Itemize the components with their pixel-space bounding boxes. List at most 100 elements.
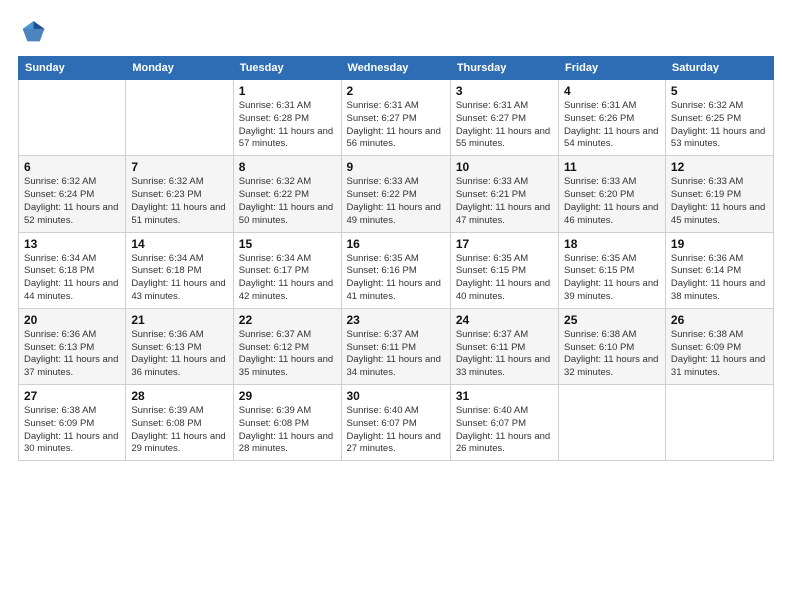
calendar-cell: 31 Sunrise: 6:40 AM Sunset: 6:07 PM Dayli…: [450, 385, 558, 461]
col-header-friday: Friday: [559, 57, 666, 80]
calendar-cell: [126, 80, 233, 156]
calendar-cell: 13Sunrise: 6:34 AM Sunset: 6:18 PM Dayli…: [19, 232, 126, 308]
day-number: 15: [239, 237, 336, 251]
calendar-cell: 18 Sunrise: 6:35 AM Sunset: 6:15 PM Dayli…: [559, 232, 666, 308]
day-number: 26: [671, 313, 768, 327]
day-info: Sunrise: 6:35 AM Sunset: 6:15 PM Dayligh…: [456, 253, 553, 304]
calendar-cell: 21 Sunrise: 6:36 AM Sunset: 6:13 PM Dayli…: [126, 308, 233, 384]
calendar-cell: 16 Sunrise: 6:35 AM Sunset: 6:16 PM Dayli…: [341, 232, 450, 308]
day-number: 24: [456, 313, 553, 327]
day-info: Sunrise: 6:33 AM Sunset: 6:22 PM Dayligh…: [347, 176, 445, 227]
day-info: Sunrise: 6:39 AM Sunset: 6:08 PM Dayligh…: [239, 405, 336, 456]
day-number: 18: [564, 237, 660, 251]
col-header-thursday: Thursday: [450, 57, 558, 80]
calendar-week-1: 1 Sunrise: 6:31 AM Sunset: 6:28 PM Daylig…: [19, 80, 774, 156]
calendar-cell: 10 Sunrise: 6:33 AM Sunset: 6:21 PM Dayli…: [450, 156, 558, 232]
calendar-cell: 24Sunrise: 6:37 AM Sunset: 6:11 PM Dayli…: [450, 308, 558, 384]
calendar-cell: 9 Sunrise: 6:33 AM Sunset: 6:22 PM Daylig…: [341, 156, 450, 232]
day-info: Sunrise: 6:34 AM Sunset: 6:18 PM Dayligh…: [24, 253, 120, 304]
day-info: Sunrise: 6:40 AM Sunset: 6:07 PM Dayligh…: [347, 405, 445, 456]
day-info: Sunrise: 6:33 AM Sunset: 6:20 PM Dayligh…: [564, 176, 660, 227]
day-number: 16: [347, 237, 445, 251]
day-number: 20: [24, 313, 120, 327]
day-info: Sunrise: 6:34 AM Sunset: 6:17 PM Dayligh…: [239, 253, 336, 304]
day-number: 5: [671, 84, 768, 98]
day-number: 30: [347, 389, 445, 403]
day-info: Sunrise: 6:36 AM Sunset: 6:13 PM Dayligh…: [131, 329, 227, 380]
day-info: Sunrise: 6:40 AM Sunset: 6:07 PM Dayligh…: [456, 405, 553, 456]
day-number: 4: [564, 84, 660, 98]
calendar-cell: 7 Sunrise: 6:32 AM Sunset: 6:23 PM Daylig…: [126, 156, 233, 232]
calendar-cell: 28Sunrise: 6:39 AM Sunset: 6:08 PM Dayli…: [126, 385, 233, 461]
calendar-cell: 12 Sunrise: 6:33 AM Sunset: 6:19 PM Dayli…: [665, 156, 773, 232]
col-header-sunday: Sunday: [19, 57, 126, 80]
logo: [18, 18, 50, 46]
day-info: Sunrise: 6:38 AM Sunset: 6:09 PM Dayligh…: [24, 405, 120, 456]
col-header-saturday: Saturday: [665, 57, 773, 80]
calendar-week-5: 27Sunrise: 6:38 AM Sunset: 6:09 PM Dayli…: [19, 385, 774, 461]
day-info: Sunrise: 6:37 AM Sunset: 6:12 PM Dayligh…: [239, 329, 336, 380]
day-info: Sunrise: 6:34 AM Sunset: 6:18 PM Dayligh…: [131, 253, 227, 304]
calendar-cell: 17Sunrise: 6:35 AM Sunset: 6:15 PM Dayli…: [450, 232, 558, 308]
day-number: 12: [671, 160, 768, 174]
calendar-cell: 14 Sunrise: 6:34 AM Sunset: 6:18 PM Dayli…: [126, 232, 233, 308]
day-info: Sunrise: 6:31 AM Sunset: 6:26 PM Dayligh…: [564, 100, 660, 151]
day-info: Sunrise: 6:33 AM Sunset: 6:19 PM Dayligh…: [671, 176, 768, 227]
calendar-cell: 19Sunrise: 6:36 AM Sunset: 6:14 PM Dayli…: [665, 232, 773, 308]
calendar-cell: 20 Sunrise: 6:36 AM Sunset: 6:13 PM Dayli…: [19, 308, 126, 384]
col-header-tuesday: Tuesday: [233, 57, 341, 80]
day-info: Sunrise: 6:37 AM Sunset: 6:11 PM Dayligh…: [347, 329, 445, 380]
day-number: 14: [131, 237, 227, 251]
day-number: 9: [347, 160, 445, 174]
col-header-monday: Monday: [126, 57, 233, 80]
calendar-cell: 6 Sunrise: 6:32 AM Sunset: 6:24 PM Daylig…: [19, 156, 126, 232]
day-number: 1: [239, 84, 336, 98]
calendar-cell: 30 Sunrise: 6:40 AM Sunset: 6:07 PM Dayli…: [341, 385, 450, 461]
calendar-cell: 4 Sunrise: 6:31 AM Sunset: 6:26 PM Daylig…: [559, 80, 666, 156]
day-info: Sunrise: 6:38 AM Sunset: 6:10 PM Dayligh…: [564, 329, 660, 380]
calendar-cell: [19, 80, 126, 156]
calendar-cell: 26 Sunrise: 6:38 AM Sunset: 6:09 PM Dayli…: [665, 308, 773, 384]
day-number: 10: [456, 160, 553, 174]
day-info: Sunrise: 6:31 AM Sunset: 6:27 PM Dayligh…: [456, 100, 553, 151]
day-number: 31: [456, 389, 553, 403]
day-number: 6: [24, 160, 120, 174]
day-info: Sunrise: 6:33 AM Sunset: 6:21 PM Dayligh…: [456, 176, 553, 227]
day-number: 25: [564, 313, 660, 327]
logo-icon: [18, 18, 46, 46]
calendar-cell: 25 Sunrise: 6:38 AM Sunset: 6:10 PM Dayli…: [559, 308, 666, 384]
calendar-cell: 27Sunrise: 6:38 AM Sunset: 6:09 PM Dayli…: [19, 385, 126, 461]
calendar-cell: 22 Sunrise: 6:37 AM Sunset: 6:12 PM Dayli…: [233, 308, 341, 384]
calendar-cell: [665, 385, 773, 461]
day-number: 2: [347, 84, 445, 98]
calendar-cell: 8 Sunrise: 6:32 AM Sunset: 6:22 PM Daylig…: [233, 156, 341, 232]
day-number: 29: [239, 389, 336, 403]
day-number: 8: [239, 160, 336, 174]
day-info: Sunrise: 6:32 AM Sunset: 6:24 PM Dayligh…: [24, 176, 120, 227]
calendar-cell: 5 Sunrise: 6:32 AM Sunset: 6:25 PM Daylig…: [665, 80, 773, 156]
day-info: Sunrise: 6:39 AM Sunset: 6:08 PM Dayligh…: [131, 405, 227, 456]
calendar-cell: [559, 385, 666, 461]
calendar: SundayMondayTuesdayWednesdayThursdayFrid…: [18, 56, 774, 461]
day-number: 3: [456, 84, 553, 98]
day-number: 21: [131, 313, 227, 327]
day-number: 22: [239, 313, 336, 327]
day-info: Sunrise: 6:32 AM Sunset: 6:25 PM Dayligh…: [671, 100, 768, 151]
calendar-cell: 3 Sunrise: 6:31 AM Sunset: 6:27 PM Daylig…: [450, 80, 558, 156]
day-info: Sunrise: 6:31 AM Sunset: 6:28 PM Dayligh…: [239, 100, 336, 151]
day-info: Sunrise: 6:36 AM Sunset: 6:13 PM Dayligh…: [24, 329, 120, 380]
calendar-cell: 11Sunrise: 6:33 AM Sunset: 6:20 PM Dayli…: [559, 156, 666, 232]
calendar-week-4: 20 Sunrise: 6:36 AM Sunset: 6:13 PM Dayli…: [19, 308, 774, 384]
day-number: 7: [131, 160, 227, 174]
calendar-cell: 2 Sunrise: 6:31 AM Sunset: 6:27 PM Daylig…: [341, 80, 450, 156]
day-info: Sunrise: 6:32 AM Sunset: 6:23 PM Dayligh…: [131, 176, 227, 227]
header: [18, 18, 774, 46]
calendar-cell: 15 Sunrise: 6:34 AM Sunset: 6:17 PM Dayli…: [233, 232, 341, 308]
day-number: 19: [671, 237, 768, 251]
day-info: Sunrise: 6:35 AM Sunset: 6:16 PM Dayligh…: [347, 253, 445, 304]
day-info: Sunrise: 6:31 AM Sunset: 6:27 PM Dayligh…: [347, 100, 445, 151]
calendar-header-row: SundayMondayTuesdayWednesdayThursdayFrid…: [19, 57, 774, 80]
day-info: Sunrise: 6:38 AM Sunset: 6:09 PM Dayligh…: [671, 329, 768, 380]
day-info: Sunrise: 6:32 AM Sunset: 6:22 PM Dayligh…: [239, 176, 336, 227]
day-info: Sunrise: 6:35 AM Sunset: 6:15 PM Dayligh…: [564, 253, 660, 304]
